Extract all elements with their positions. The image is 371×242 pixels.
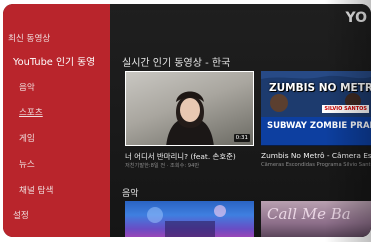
video-meta: Câmeras Escondidas Programa Silvio Santo… [261,162,371,168]
sidebar-item-latest[interactable]: 최신 동영상 [8,32,50,44]
thumbnail-headline: ZUMBIS NO METRÔ [269,82,371,94]
screen: YO 실시간 인기 동영상 - 한국 0:31 너 어디서 반마리니? (fea… [3,4,371,237]
sidebar-item-settings[interactable]: 설정 [13,209,29,221]
video-thumbnail[interactable] [125,201,254,237]
youtube-logo: YO [345,10,367,26]
video-card[interactable]: ZUMBIS NO METRÔ SILVIO SANTOS SUBWAY ZOM… [261,71,371,171]
thumbnail-text: Call Me Ba [267,205,351,223]
tv-frame: YO 실시간 인기 동영상 - 한국 0:31 너 어디서 반마리니? (fea… [0,0,371,242]
video-thumbnail[interactable]: Call Me Ba [261,201,371,237]
sidebar-item-trending[interactable]: YouTube 인기 동영 [13,54,95,68]
video-card[interactable] [125,201,254,237]
section-title-music: 음악 [122,189,139,199]
video-thumbnail[interactable]: ZUMBIS NO METRÔ SILVIO SANTOS SUBWAY ZOM… [261,71,371,146]
sidebar-item-news[interactable]: 뉴스 [19,158,35,170]
video-title: 너 어디서 반마리니? (feat. 손호준) [125,152,236,161]
thumbnail-subline: SUBWAY ZOMBIE PRANK [267,121,371,131]
video-thumbnail[interactable]: 0:31 [125,71,254,146]
thumbnail-image [147,205,226,237]
video-card[interactable]: 0:31 너 어디서 반마리니? (feat. 손호준) 저친기말한:8일 전 … [125,71,254,171]
sidebar-item-gaming[interactable]: 게임 [19,132,35,144]
sidebar: 최신 동영상 YouTube 인기 동영 음악 스포츠 게임 뉴스 채널 탐색 … [3,4,110,237]
video-card[interactable]: Call Me Ba [261,201,371,237]
sidebar-item-browse-channels[interactable]: 채널 탐색 [19,184,53,196]
video-duration: 0:31 [233,134,250,142]
sidebar-item-sports[interactable]: 스포츠 [19,106,43,118]
section-title-trending: 실시간 인기 동영상 - 한국 [122,58,231,69]
thumbnail-banner: SUBWAY ZOMBIE PRANK [261,117,371,145]
video-meta: 저친기말한:8일 전 · 조회수: 94만 [125,163,200,169]
video-title: Zumbis No Metrô - Câmera Escond [261,151,371,160]
sidebar-item-music[interactable]: 음악 [19,81,35,93]
channel-badge: SILVIO SANTOS [322,105,369,113]
